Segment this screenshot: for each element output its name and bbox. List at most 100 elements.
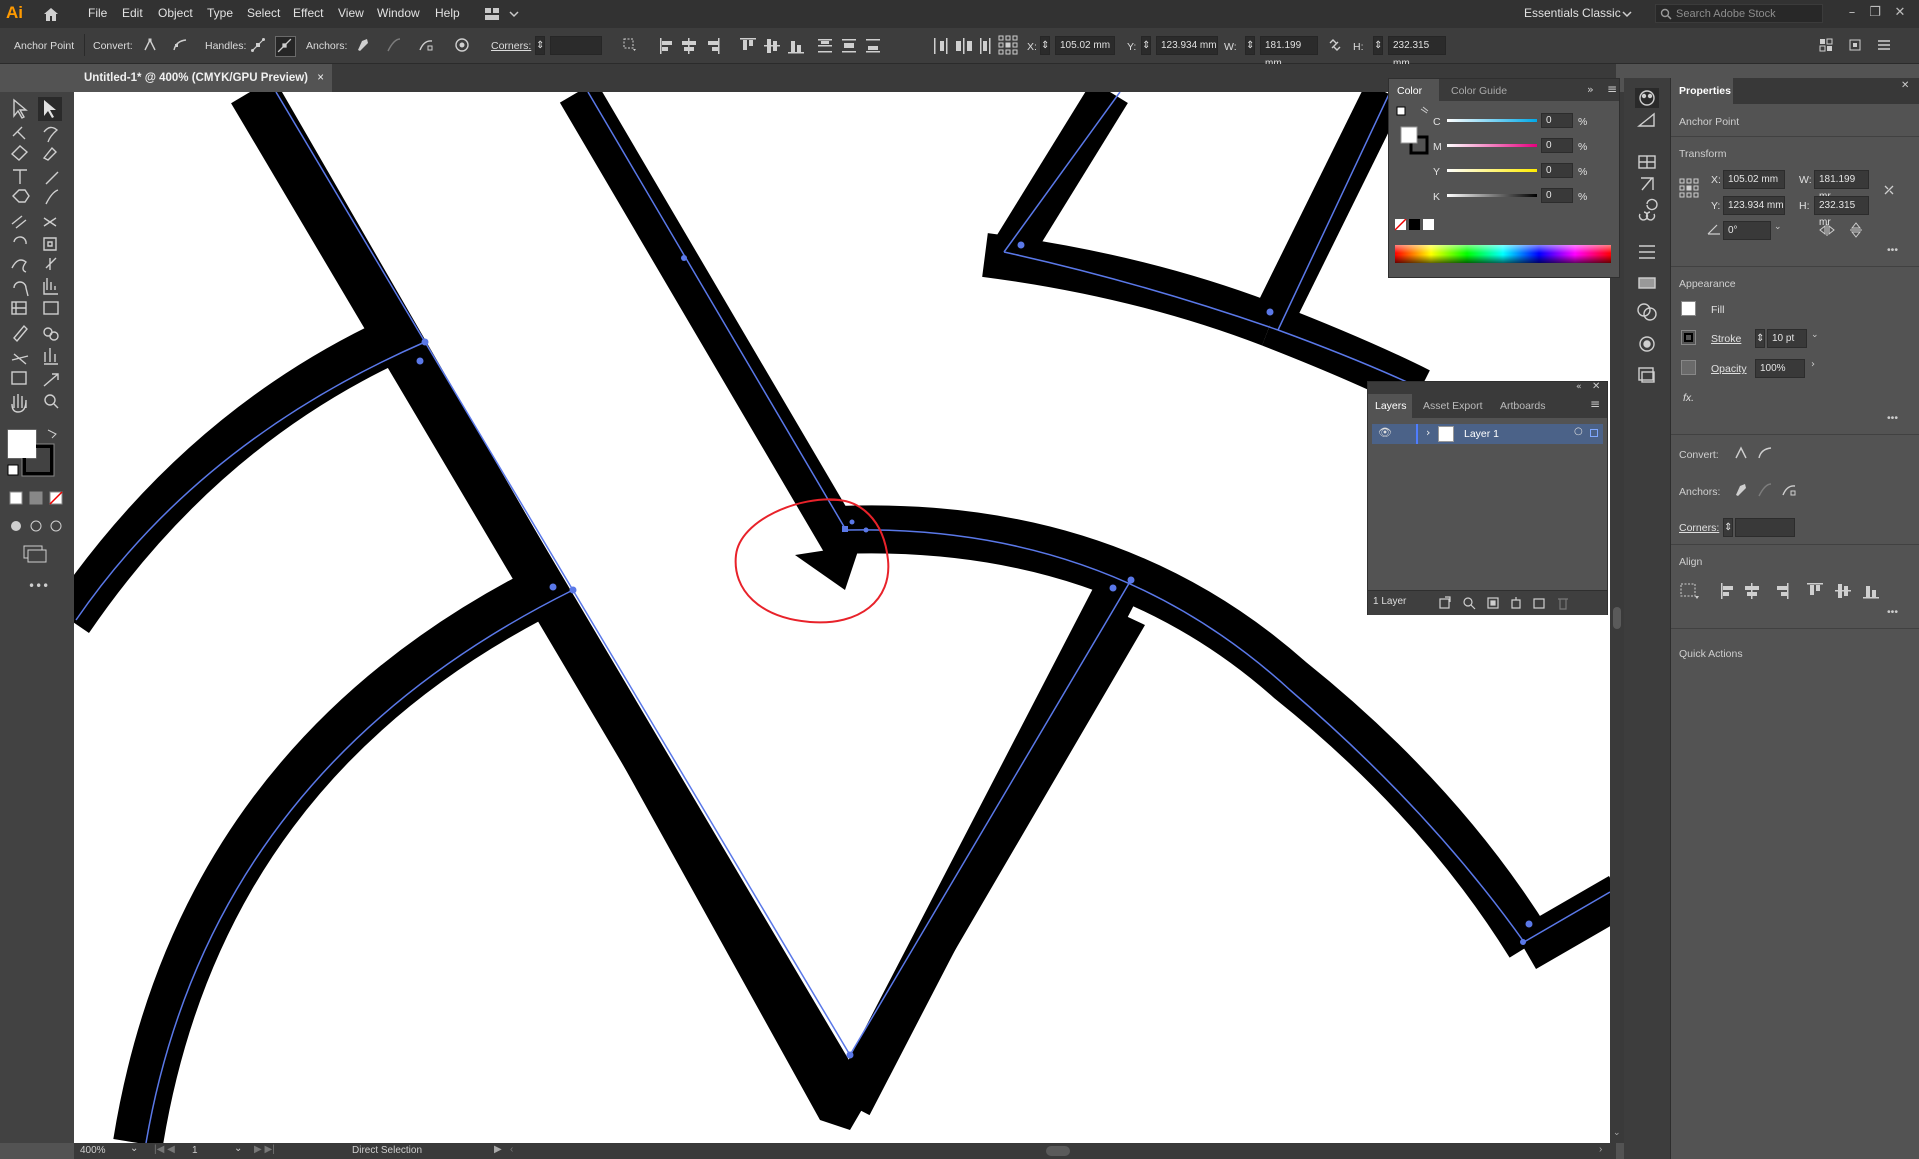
convert-corner-icon[interactable] [142, 37, 158, 53]
connect-anchors-icon[interactable] [386, 37, 402, 53]
scroll-left-icon[interactable]: ‹ [510, 1144, 513, 1155]
constrain-proportions-icon[interactable] [1881, 182, 1897, 198]
properties-tab[interactable]: Properties [1679, 85, 1731, 97]
constrain-proportions-icon[interactable] [1327, 37, 1343, 53]
zoom-level[interactable]: 400% [80, 1145, 106, 1156]
remove-anchor-icon[interactable] [1733, 482, 1749, 498]
y-slider[interactable] [1447, 169, 1537, 172]
minimize-button[interactable]: – [1841, 3, 1863, 23]
isolate-icon[interactable] [454, 37, 470, 53]
close-properties-icon[interactable]: ✕ [1901, 80, 1909, 91]
layers-menu-icon[interactable]: ≡ [1590, 397, 1600, 411]
menu-edit[interactable]: Edit [122, 6, 143, 20]
artboards-tab[interactable]: Artboards [1500, 400, 1546, 412]
corners-label[interactable]: Corners: [491, 40, 531, 52]
transform-icon[interactable] [1847, 37, 1863, 53]
scroll-thumb[interactable] [1613, 607, 1621, 629]
h-stepper[interactable]: ⇕ [1373, 36, 1383, 55]
k-slider[interactable] [1447, 194, 1537, 197]
prop-corners-stepper[interactable]: ⇕ [1723, 518, 1733, 537]
fx-button[interactable]: fx. [1683, 392, 1694, 404]
fill-swatch[interactable] [1681, 301, 1696, 316]
color-spectrum[interactable] [1395, 245, 1611, 263]
expand-layer-icon[interactable]: › [1426, 426, 1430, 439]
y-channel-input[interactable]: 0 [1541, 163, 1573, 178]
color-guide-tab[interactable]: Color Guide [1451, 85, 1507, 97]
connect-anchors-icon[interactable] [1757, 482, 1773, 498]
prop-y-input[interactable]: 123.934 mm [1723, 196, 1785, 215]
document-tab[interactable]: Untitled-1* @ 400% (CMYK/GPU Preview) × [74, 64, 332, 92]
black-stroke-shapes[interactable] [74, 92, 1610, 1143]
home-icon[interactable] [42, 6, 60, 22]
restore-button[interactable]: ❐ [1864, 3, 1886, 23]
m-slider[interactable] [1447, 144, 1537, 147]
show-handles-icon[interactable] [250, 37, 266, 53]
c-input[interactable]: 0 [1541, 113, 1573, 128]
select-similar-icon[interactable] [622, 37, 638, 53]
rotate-dropdown-icon[interactable]: ⌄ [1774, 222, 1782, 232]
flip-vertical-icon[interactable] [1849, 222, 1863, 238]
panel-menu-icon[interactable] [1876, 37, 1892, 53]
prop-corners-label[interactable]: Corners: [1679, 522, 1719, 534]
target-icon[interactable]: ○ [1574, 426, 1583, 437]
menu-window[interactable]: Window [377, 6, 420, 20]
corners-stepper[interactable]: ⇕ [535, 36, 545, 55]
collapse-layers-icon[interactable]: « [1576, 382, 1582, 392]
prop-x-input[interactable]: 105.02 mm [1723, 170, 1785, 189]
w-input[interactable]: 181.199 mm [1260, 36, 1318, 69]
menu-object[interactable]: Object [158, 6, 193, 20]
transform-more-icon[interactable]: ••• [1887, 244, 1898, 256]
align-more-icon[interactable]: ••• [1887, 606, 1898, 618]
layer-action-icons[interactable] [1438, 595, 1598, 611]
horizontal-scroll-thumb[interactable] [1046, 1146, 1070, 1156]
corners-input[interactable] [550, 36, 602, 55]
distribute-buttons[interactable] [932, 37, 992, 55]
hide-handles-button[interactable] [275, 36, 296, 57]
close-tab-button[interactable]: × [317, 64, 324, 92]
stroke-label[interactable]: Stroke [1711, 333, 1741, 345]
y-input[interactable]: 123.934 mm [1156, 36, 1218, 55]
h-input[interactable]: 232.315 mm [1388, 36, 1446, 69]
workspace-switcher[interactable]: Essentials Classic [1524, 6, 1621, 20]
arrange-panels-icon[interactable] [1818, 37, 1834, 53]
convert-smooth-icon[interactable] [172, 37, 188, 53]
rotate-input[interactable]: 0° [1723, 221, 1771, 240]
status-menu-icon[interactable]: ▶ [494, 1144, 502, 1155]
menu-view[interactable]: View [338, 6, 364, 20]
artboard-canvas[interactable] [74, 92, 1610, 1143]
opacity-arrow-icon[interactable]: › [1811, 359, 1815, 370]
artwork[interactable] [74, 92, 1610, 1143]
c-slider[interactable] [1447, 119, 1537, 122]
scroll-right-icon[interactable]: › [1599, 1144, 1602, 1155]
prop-corners-input[interactable] [1735, 518, 1795, 537]
menu-effect[interactable]: Effect [293, 6, 323, 20]
stroke-swatch[interactable] [1681, 330, 1696, 345]
appearance-more-icon[interactable]: ••• [1887, 412, 1898, 424]
selection-indicator[interactable] [1590, 429, 1598, 437]
last-artboard-icon[interactable]: ▶ ▶| [254, 1144, 275, 1155]
arrange-documents-icon[interactable] [484, 6, 520, 22]
artboard-number[interactable]: 1 [192, 1145, 198, 1156]
prop-h-input[interactable]: 232.315 mr [1814, 196, 1869, 228]
y-stepper[interactable]: ⇕ [1141, 36, 1151, 55]
zoom-dropdown-icon[interactable]: ⌄ [130, 1143, 138, 1154]
none-black-white-swatches[interactable] [1395, 219, 1439, 231]
close-layers-icon[interactable]: ✕ [1592, 381, 1600, 392]
x-stepper[interactable]: ⇕ [1040, 36, 1050, 55]
opacity-label[interactable]: Opacity [1711, 363, 1747, 375]
menu-type[interactable]: Type [207, 6, 233, 20]
asset-export-tab[interactable]: Asset Export [1423, 400, 1483, 412]
search-stock-input[interactable]: Search Adobe Stock [1655, 4, 1823, 23]
cut-path-icon[interactable] [1781, 482, 1797, 498]
flip-horizontal-icon[interactable] [1819, 223, 1835, 237]
close-window-button[interactable]: ✕ [1889, 3, 1911, 23]
artboard-dropdown-icon[interactable]: ⌄ [234, 1143, 242, 1154]
reference-point-icon[interactable] [998, 35, 1018, 55]
fill-stroke-swatch[interactable] [1395, 105, 1435, 161]
stroke-weight-input[interactable]: 10 pt [1767, 329, 1807, 348]
menu-file[interactable]: File [88, 6, 107, 20]
collapse-panel-icon[interactable]: » [1587, 83, 1594, 96]
layer-row[interactable]: 👁 › Layer 1 ○ [1372, 424, 1603, 444]
convert-corner-icon[interactable] [1733, 445, 1749, 461]
opacity-input[interactable]: 100% [1755, 359, 1805, 378]
